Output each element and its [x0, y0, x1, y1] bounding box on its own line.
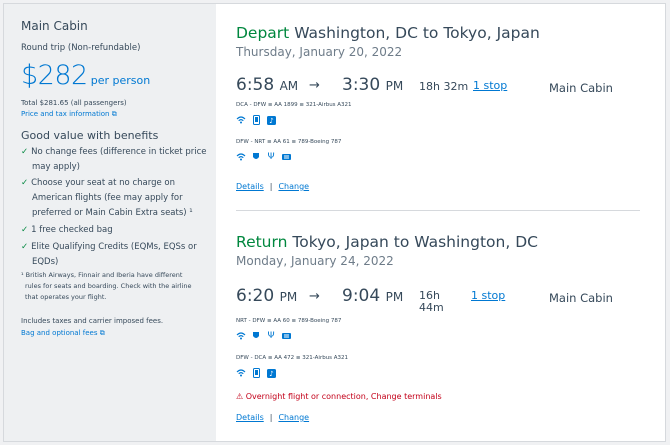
stops-link[interactable]: 1 stop: [473, 79, 507, 92]
bag-fees-link[interactable]: Bag and optional fees ⧉: [21, 329, 105, 338]
check-icon: ✓: [21, 242, 29, 252]
depart-heading: Depart Washington, DC to Tokyo, Japan: [236, 24, 540, 42]
return-date: Monday, January 24, 2022: [236, 254, 394, 268]
segment-info: DFW - NRT ≡ AA 61 ≡ 789-Boeing 787: [236, 139, 342, 145]
stops-link[interactable]: 1 stop: [471, 289, 505, 302]
external-link-icon: ⧉: [111, 110, 117, 118]
warning-icon: ⚠: [236, 392, 244, 401]
external-link-icon: ⧉: [99, 329, 105, 337]
segment-info: NRT - DFW ≡ AA 60 ≡ 789-Boeing 787: [236, 318, 342, 324]
flight-duration: 18h 32m: [419, 80, 469, 93]
good-value-heading: Good value with benefits: [21, 129, 159, 142]
wifi-icon: [236, 368, 246, 378]
power-icon: [251, 331, 261, 341]
details-link[interactable]: Details: [236, 182, 264, 191]
svg-text:♪: ♪: [269, 370, 273, 378]
change-link[interactable]: Change: [278, 413, 309, 422]
benefit-item: ✓ 1 free checked bag: [21, 225, 113, 235]
fare-card: Main Cabin Round trip (Non-refundable) $…: [3, 3, 666, 442]
check-icon: ✓: [21, 225, 29, 235]
entertainment-icon: [281, 152, 291, 162]
depart-time: 6:20 PM: [236, 286, 298, 306]
depart-time: 6:58 AM: [236, 75, 299, 95]
price-amount: $282: [21, 60, 88, 91]
seat-footnote: ¹ British Airways, Finnair and Iberia ha…: [21, 271, 192, 301]
svg-text:♪: ♪: [269, 117, 273, 125]
details-link[interactable]: Details: [236, 413, 264, 422]
flight-duration: 16h 44m: [419, 289, 444, 314]
device-icon: [251, 368, 261, 378]
cabin-label: Main Cabin: [549, 291, 613, 305]
arrival-time: 9:04 PM: [342, 286, 404, 306]
check-icon: ✓: [21, 178, 29, 188]
benefit-item: ✓ No change fees (difference in ticket pr…: [21, 147, 207, 172]
wifi-icon: [236, 115, 246, 125]
section-divider: [236, 210, 640, 211]
change-link[interactable]: Change: [278, 182, 309, 191]
cabin-label: Main Cabin: [549, 81, 613, 95]
usb-icon: Ψ: [267, 331, 275, 341]
amenity-icons: ♪: [236, 115, 276, 125]
benefit-item: ✓ Choose your seat at no charge on Americ…: [21, 178, 193, 218]
depart-links: Details | Change: [236, 182, 310, 191]
benefit-item: ✓ Elite Qualifying Credits (EQMs, EQSs or…: [21, 242, 197, 267]
return-links: Details | Change: [236, 413, 310, 422]
fare-sidebar: Main Cabin Round trip (Non-refundable) $…: [4, 4, 216, 441]
fare-price: $282 per person: [21, 60, 150, 91]
segment-info: DCA - DFW ≡ AA 1899 ≡ 321-Airbus A321: [236, 102, 352, 108]
price-tax-link[interactable]: Price and tax information ⧉: [21, 110, 117, 119]
amenity-icons: Ψ: [236, 331, 291, 341]
amenity-icons: ♪: [236, 368, 276, 378]
arrival-time: 3:30 PM: [342, 75, 404, 95]
entertainment-icon: ♪: [266, 368, 276, 378]
overnight-warning: ⚠ Overnight flight or connection, Change…: [236, 392, 442, 401]
segment-info: DFW - DCA ≡ AA 472 ≡ 321-Airbus A321: [236, 355, 349, 361]
device-icon: [251, 115, 261, 125]
fare-subtitle: Round trip (Non-refundable): [21, 43, 141, 53]
usb-icon: Ψ: [267, 152, 275, 162]
entertainment-icon: [281, 331, 291, 341]
total-price: Total $281.65 (all passengers): [21, 99, 127, 107]
entertainment-icon: ♪: [266, 115, 276, 125]
taxes-note: Includes taxes and carrier imposed fees.: [21, 317, 164, 325]
arrow-right-icon: →: [309, 78, 320, 93]
return-heading: Return Tokyo, Japan to Washington, DC: [236, 233, 538, 251]
amenity-icons: Ψ: [236, 152, 291, 162]
wifi-icon: [236, 331, 246, 341]
depart-date: Thursday, January 20, 2022: [236, 45, 403, 59]
power-icon: [251, 152, 261, 162]
fare-title: Main Cabin: [21, 19, 88, 33]
arrow-right-icon: →: [309, 289, 320, 304]
per-person-label: per person: [90, 74, 151, 87]
wifi-icon: [236, 152, 246, 162]
check-icon: ✓: [21, 147, 29, 157]
